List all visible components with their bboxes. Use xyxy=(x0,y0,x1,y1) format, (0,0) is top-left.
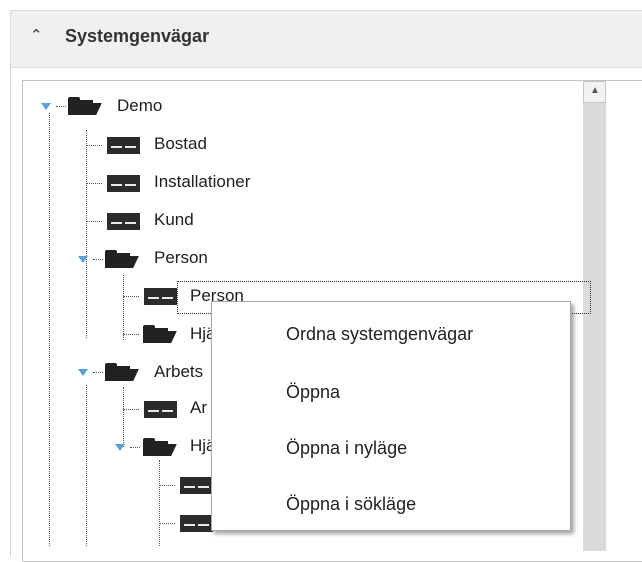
tree-connector xyxy=(56,106,66,107)
folder-icon xyxy=(143,438,177,456)
shortcut-icon xyxy=(144,401,177,418)
tree-node-label: Arbets xyxy=(154,362,204,381)
menu-item-oppna-i-soklage[interactable]: Öppna i sökläge xyxy=(286,494,416,515)
expand-arrow-icon[interactable] xyxy=(78,369,88,376)
shortcut-icon xyxy=(144,288,177,305)
folder-icon xyxy=(143,325,177,343)
expand-arrow-icon[interactable] xyxy=(115,444,125,451)
tree-connector xyxy=(130,447,140,448)
tree-connector xyxy=(93,372,103,373)
tree-connector xyxy=(159,523,175,524)
tree-node-label: Bostad xyxy=(154,134,207,153)
menu-item-oppna[interactable]: Öppna xyxy=(286,382,340,403)
tree-connector xyxy=(86,221,102,222)
folder-icon xyxy=(105,363,139,381)
scroll-up-icon: ▲ xyxy=(590,85,600,96)
tree-node-label: Installationer xyxy=(154,172,251,191)
expand-arrow-icon[interactable] xyxy=(41,103,51,110)
tree-connector xyxy=(123,296,139,297)
shortcut-icon xyxy=(107,213,140,230)
tree-node-label: Ar xyxy=(190,398,207,417)
tree-connector xyxy=(86,130,87,338)
tree-connector xyxy=(49,113,50,546)
menu-item-oppna-i-nylage[interactable]: Öppna i nyläge xyxy=(286,438,407,459)
tree-node-label: Kund xyxy=(154,210,194,229)
tree-connector xyxy=(159,460,160,546)
tree-connector xyxy=(123,275,124,340)
tree-connector xyxy=(86,385,87,546)
scroll-up-button[interactable]: ▲ xyxy=(583,81,606,103)
shortcut-icon xyxy=(180,477,213,494)
tree-node-label: Demo xyxy=(117,96,163,115)
shortcut-icon xyxy=(107,175,140,192)
menu-item-ordna-systemgenvagar[interactable]: Ordna systemgenvägar xyxy=(286,324,473,345)
tree-connector xyxy=(123,409,139,410)
tree-connector xyxy=(123,334,139,335)
expand-arrow-icon[interactable] xyxy=(78,256,88,263)
shortcut-icon xyxy=(107,137,140,154)
context-menu: Ordna systemgenvägar Öppna Öppna i nyläg… xyxy=(211,301,571,531)
tree-connector xyxy=(159,485,175,486)
tree-connector xyxy=(86,145,102,146)
shortcut-icon xyxy=(180,515,213,532)
tree-connector xyxy=(123,387,124,447)
tree-connector xyxy=(93,259,103,260)
tree-node-label: Person xyxy=(154,248,208,267)
folder-icon xyxy=(68,97,102,115)
tree-connector xyxy=(86,183,102,184)
folder-icon xyxy=(105,250,139,268)
vertical-scrollbar[interactable]: ▲ xyxy=(583,81,606,551)
